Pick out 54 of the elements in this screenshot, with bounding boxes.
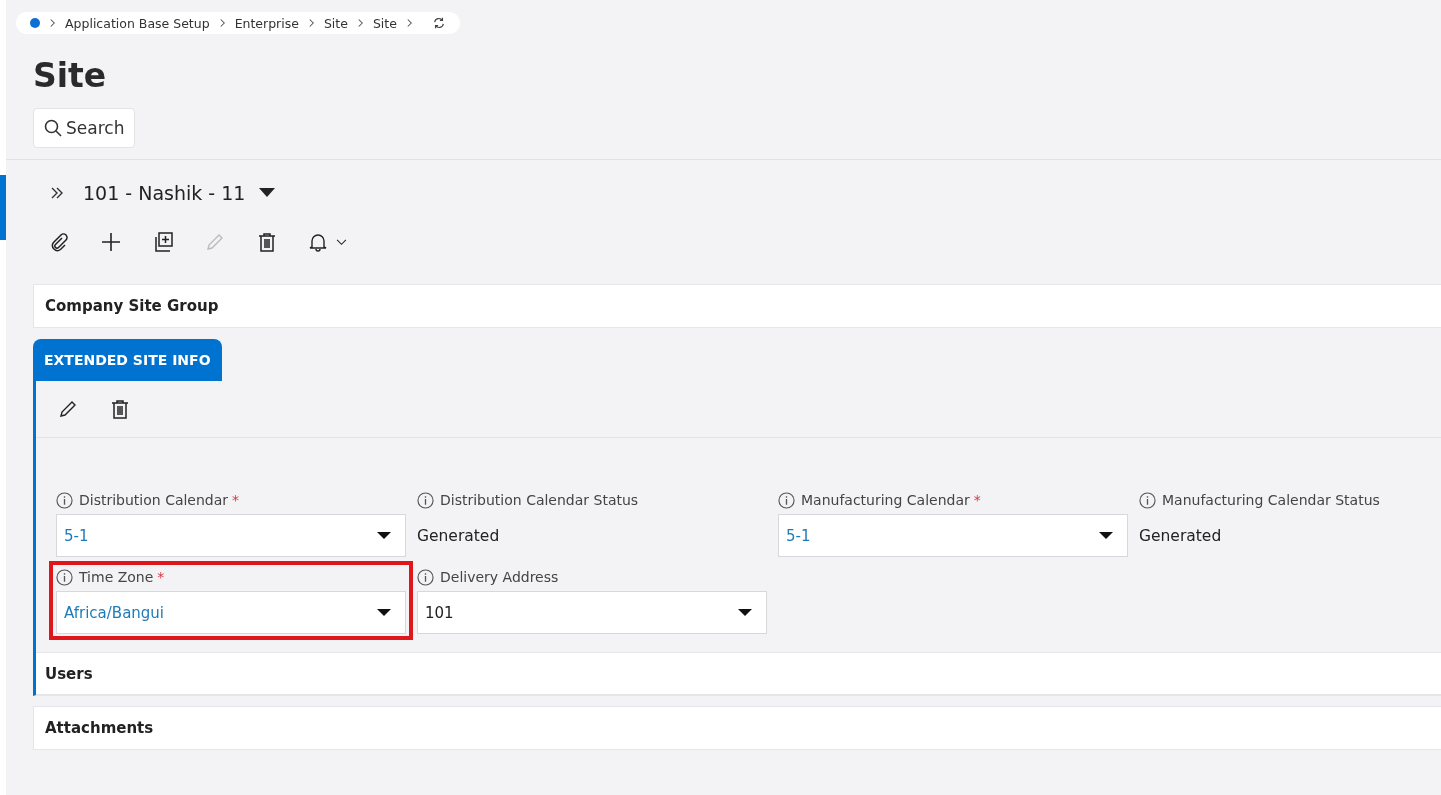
dropdown-caret-icon [1099, 531, 1113, 540]
field-value: Generated [417, 525, 501, 547]
required-mark: * [973, 492, 981, 508]
paperclip-icon[interactable] [49, 232, 69, 252]
chevron-icon [356, 18, 364, 28]
dropdown-field[interactable]: 5-1 [778, 514, 1128, 557]
required-mark: * [157, 569, 165, 585]
field-label: Delivery Address [440, 569, 559, 585]
collapsed-panel[interactable]: Attachments [33, 706, 1441, 750]
info-icon[interactable] [56, 491, 73, 509]
chevron-icon [49, 18, 56, 28]
info-icon[interactable] [1139, 491, 1156, 509]
field-value: Generated [1139, 525, 1223, 547]
search-icon [44, 119, 62, 137]
field-label: Distribution Calendar Status [440, 492, 639, 508]
trash-icon[interactable] [257, 232, 277, 252]
field-label: Distribution Calendar [79, 492, 229, 508]
dropdown-field[interactable]: 101 [417, 591, 767, 634]
expand-icon[interactable] [49, 185, 65, 201]
dropdown-caret-icon [738, 608, 752, 617]
dropdown-caret-icon [377, 531, 391, 540]
chevron-icon [307, 18, 315, 28]
field-label: Manufacturing Calendar Status [1162, 492, 1380, 508]
record-title: 101 - Nashik - 11 [83, 182, 246, 204]
bell-icon[interactable] [308, 232, 347, 252]
breadcrumb-link[interactable]: Enterprise [234, 15, 299, 31]
pencil-icon[interactable] [58, 399, 78, 419]
info-icon[interactable] [417, 491, 434, 509]
dropdown-caret-icon [377, 608, 391, 617]
collapsed-panel[interactable]: Users [36, 652, 1441, 695]
refresh-icon[interactable] [431, 16, 446, 30]
info-icon[interactable] [56, 568, 73, 586]
dropdown-caret-icon[interactable] [259, 188, 276, 198]
breadcrumb-link[interactable]: Site [323, 15, 348, 31]
page-title: Site [33, 56, 108, 96]
section-tab[interactable]: EXTENDED SITE INFO [33, 339, 222, 381]
duplicate-icon[interactable] [153, 232, 173, 252]
collapsed-panel[interactable]: Company Site Group [33, 284, 1441, 328]
breadcrumb-link[interactable]: Site [372, 15, 397, 31]
chevron-icon [405, 18, 413, 28]
info-icon[interactable] [778, 491, 795, 509]
search-button[interactable]: Search [33, 108, 136, 148]
trash-icon[interactable] [110, 399, 130, 419]
field-label: Time Zone [79, 569, 154, 585]
home-dot-icon[interactable] [30, 18, 40, 28]
plus-icon[interactable] [101, 232, 121, 252]
required-mark: * [232, 492, 240, 508]
active-marker [0, 175, 6, 240]
breadcrumb-link[interactable]: Application Base Setup [65, 15, 210, 31]
info-icon[interactable] [417, 568, 434, 586]
chevron-icon [218, 18, 226, 28]
dropdown-field[interactable]: 5-1 [56, 514, 406, 557]
dropdown-field[interactable]: Africa/Bangui [56, 591, 406, 634]
field-label: Manufacturing Calendar [801, 492, 970, 508]
